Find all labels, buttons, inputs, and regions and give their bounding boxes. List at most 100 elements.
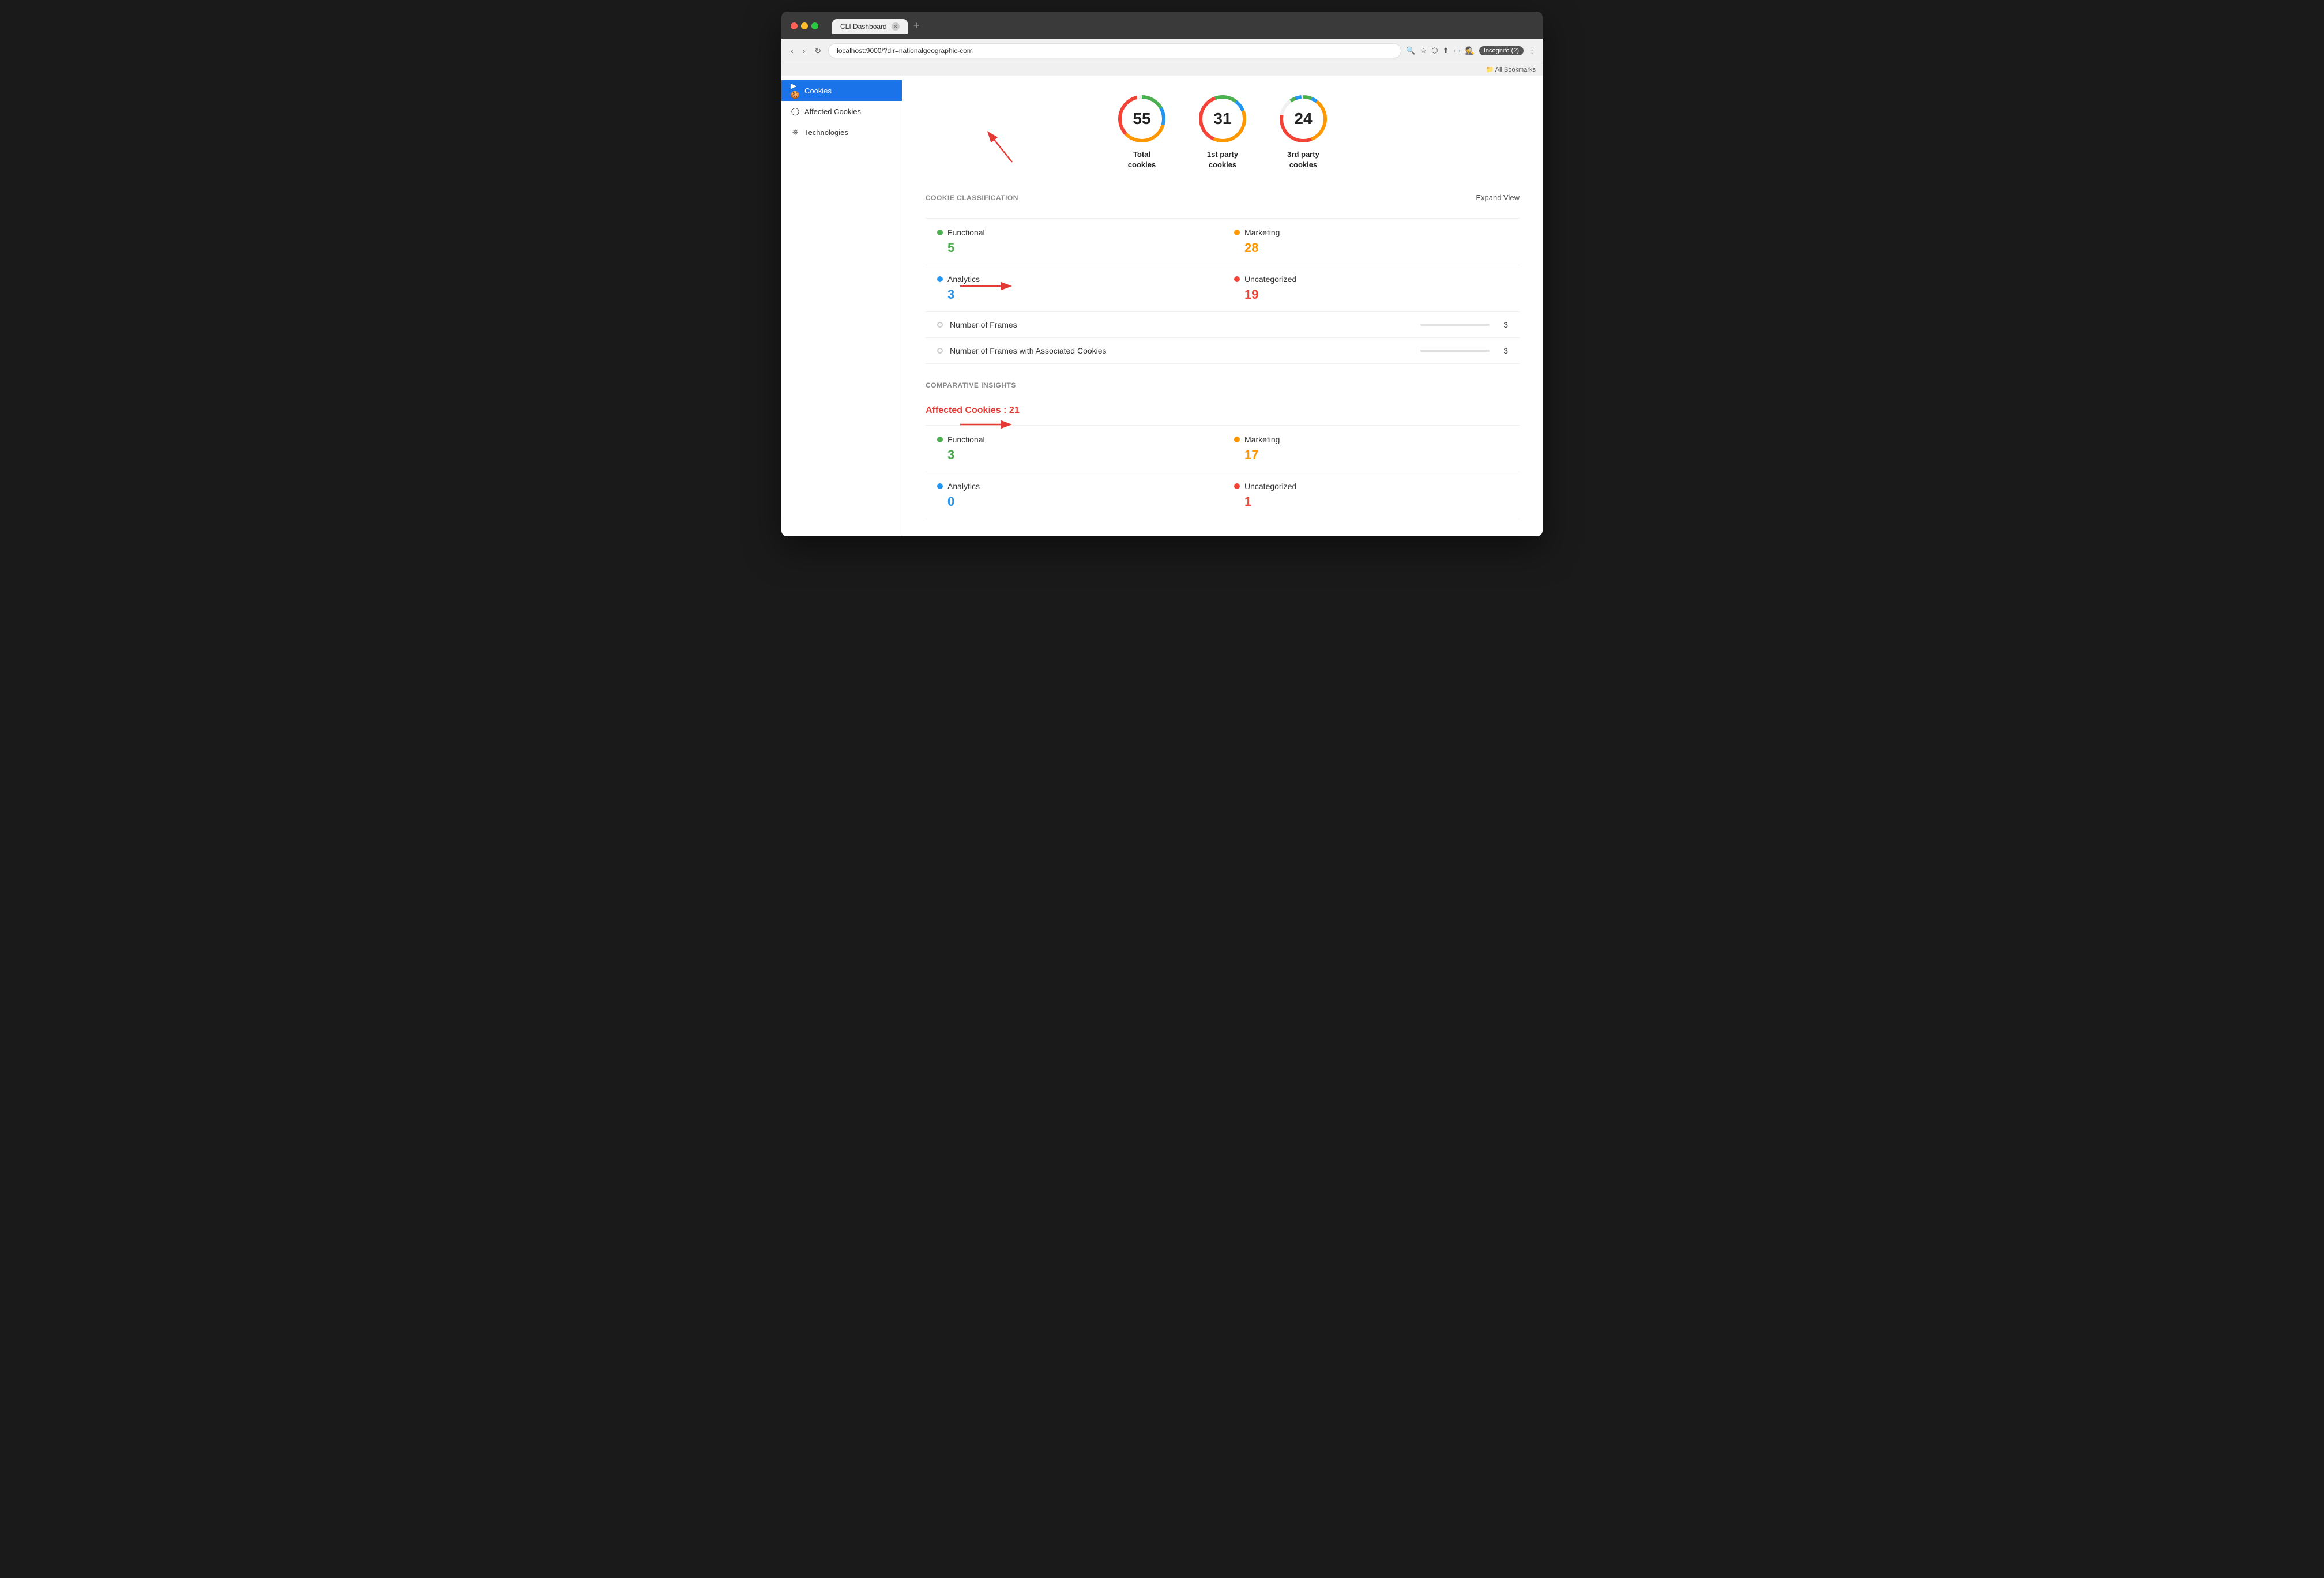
- frames-label: Number of Frames: [950, 320, 1413, 329]
- marketing-item: Marketing 28: [1223, 219, 1520, 265]
- traffic-lights: [791, 22, 818, 29]
- browser-controls: CLI Dashboard ✕ +: [791, 17, 1533, 34]
- bookmarks-bar: 📁 All Bookmarks: [781, 63, 1543, 76]
- frames-cookies-dot: [937, 348, 943, 354]
- comp-uncategorized-item: Uncategorized 1: [1223, 472, 1520, 519]
- cookies-icon: ▶ 🍪: [791, 86, 800, 95]
- comp-analytics-dot: [937, 483, 943, 489]
- comp-analytics-item: Analytics 0: [926, 472, 1223, 519]
- comp-uncategorized-header: Uncategorized: [1234, 482, 1508, 491]
- split-view-icon[interactable]: ▭: [1453, 46, 1460, 55]
- comp-uncategorized-dot: [1234, 483, 1240, 489]
- sidebar-item-cookies[interactable]: ▶ 🍪 Cookies: [781, 80, 902, 101]
- uncategorized-value: 19: [1234, 287, 1508, 302]
- marketing-value: 28: [1234, 241, 1508, 256]
- functional-value: 5: [937, 241, 1211, 256]
- sidebar-item-cookies-label: Cookies: [804, 87, 832, 95]
- comp-uncategorized-value: 1: [1234, 494, 1508, 509]
- close-button[interactable]: [791, 22, 798, 29]
- active-tab[interactable]: CLI Dashboard ✕: [832, 19, 908, 34]
- analytics-item: Analytics 3: [926, 265, 1223, 312]
- uncategorized-dot: [1234, 276, 1240, 282]
- frames-dot: [937, 322, 943, 328]
- uncategorized-label: Uncategorized: [1244, 275, 1296, 284]
- star-icon[interactable]: ☆: [1420, 46, 1427, 55]
- total-cookies-value: 55: [1133, 110, 1150, 128]
- comp-functional-header: Functional: [937, 435, 1211, 444]
- frames-cookies-value: 3: [1496, 346, 1508, 355]
- tab-title: CLI Dashboard: [840, 22, 887, 31]
- affected-cookies-label: Affected Cookies : 21: [926, 405, 1520, 416]
- comp-marketing-item: Marketing 17: [1223, 426, 1520, 472]
- bookmarks-label: All Bookmarks: [1495, 66, 1536, 73]
- comparative-grid: Functional 3 Marketing 17: [926, 425, 1520, 519]
- first-party-circle: 31 1st partycookies: [1197, 93, 1249, 170]
- cookie-classification-title: COOKIE CLASSIFICATION: [926, 194, 1018, 202]
- forward-button[interactable]: ›: [800, 45, 808, 57]
- incognito-badge: Incognito (2): [1479, 46, 1524, 55]
- toolbar-actions: 🔍 ☆ ⬡ ⬆ ▭ 🕵 Incognito (2) ⋮: [1406, 46, 1536, 55]
- functional-dot: [937, 230, 943, 235]
- comp-analytics-header: Analytics: [937, 482, 1211, 491]
- tab-close-button[interactable]: ✕: [892, 22, 900, 31]
- marketing-header: Marketing: [1234, 228, 1508, 237]
- expand-view-button[interactable]: Expand View: [1476, 193, 1520, 202]
- cookie-classification-header: COOKIE CLASSIFICATION Expand View: [926, 193, 1520, 206]
- app-layout: ▶ 🍪 Cookies ◯ Affected Cookies ⎈ Technol…: [781, 76, 1543, 536]
- functional-label: Functional: [947, 228, 985, 237]
- address-bar[interactable]: localhost:9000/?dir=nationalgeographic-c…: [828, 43, 1401, 58]
- minimize-button[interactable]: [801, 22, 808, 29]
- frames-bar: [1420, 324, 1490, 326]
- sidebar-item-technologies[interactable]: ⎈ Technologies: [781, 122, 902, 142]
- back-button[interactable]: ‹: [788, 45, 796, 57]
- frames-cookies-label: Number of Frames with Associated Cookies: [950, 346, 1413, 355]
- comparative-insights-header: COMPARATIVE INSIGHTS: [926, 381, 1520, 394]
- comp-functional-item: Functional 3: [926, 426, 1223, 472]
- maximize-button[interactable]: [811, 22, 818, 29]
- classification-grid: Functional 5 Marketing 28 Anal: [926, 218, 1520, 364]
- comp-marketing-label: Marketing: [1244, 435, 1280, 444]
- comp-functional-label: Functional: [947, 435, 985, 444]
- sidebar-item-affected-cookies[interactable]: ◯ Affected Cookies: [781, 101, 902, 122]
- first-party-label: 1st partycookies: [1207, 149, 1238, 170]
- uncategorized-item: Uncategorized 19: [1223, 265, 1520, 312]
- tab-bar: CLI Dashboard ✕ +: [832, 17, 1533, 34]
- bookmarks-folder-icon: 📁: [1486, 66, 1494, 73]
- functional-header: Functional: [937, 228, 1211, 237]
- technologies-icon: ⎈: [791, 127, 800, 137]
- extensions-icon[interactable]: ⬡: [1431, 46, 1438, 55]
- frames-value: 3: [1496, 320, 1508, 329]
- comp-marketing-header: Marketing: [1234, 435, 1508, 444]
- share-icon[interactable]: ⬆: [1442, 46, 1449, 55]
- comp-uncategorized-label: Uncategorized: [1244, 482, 1296, 491]
- comparative-insights-section: COMPARATIVE INSIGHTS Affected Cookies : …: [926, 381, 1520, 519]
- incognito-icon: 🕵: [1465, 46, 1475, 55]
- frames-item: Number of Frames 3: [926, 312, 1520, 338]
- new-tab-button[interactable]: +: [908, 17, 926, 34]
- third-party-label: 3rd partycookies: [1287, 149, 1319, 170]
- sidebar-item-technologies-label: Technologies: [804, 128, 848, 137]
- zoom-icon: 🔍: [1406, 46, 1415, 55]
- first-party-chart: 31: [1197, 93, 1249, 145]
- frames-cookies-bar: [1420, 350, 1490, 352]
- comp-analytics-label: Analytics: [947, 482, 980, 491]
- functional-item: Functional 5: [926, 219, 1223, 265]
- comp-marketing-dot: [1234, 437, 1240, 442]
- comp-functional-dot: [937, 437, 943, 442]
- menu-button[interactable]: ⋮: [1528, 46, 1536, 55]
- third-party-chart: 24: [1277, 93, 1329, 145]
- analytics-label: Analytics: [947, 275, 980, 284]
- sidebar: ▶ 🍪 Cookies ◯ Affected Cookies ⎈ Technol…: [781, 76, 902, 536]
- marketing-dot: [1234, 230, 1240, 235]
- comparative-insights-title: COMPARATIVE INSIGHTS: [926, 381, 1016, 389]
- main-content: 55 Totalcookies 31: [902, 76, 1543, 536]
- refresh-button[interactable]: ↻: [812, 45, 823, 57]
- third-party-circle: 24 3rd partycookies: [1277, 93, 1329, 170]
- sidebar-item-affected-cookies-label: Affected Cookies: [804, 107, 861, 116]
- total-cookies-circle: 55 Totalcookies: [1116, 93, 1168, 170]
- browser-titlebar: CLI Dashboard ✕ +: [781, 12, 1543, 39]
- uncategorized-header: Uncategorized: [1234, 275, 1508, 284]
- analytics-dot: [937, 276, 943, 282]
- first-party-value: 31: [1213, 110, 1231, 128]
- browser-toolbar: ‹ › ↻ localhost:9000/?dir=nationalgeogra…: [781, 39, 1543, 63]
